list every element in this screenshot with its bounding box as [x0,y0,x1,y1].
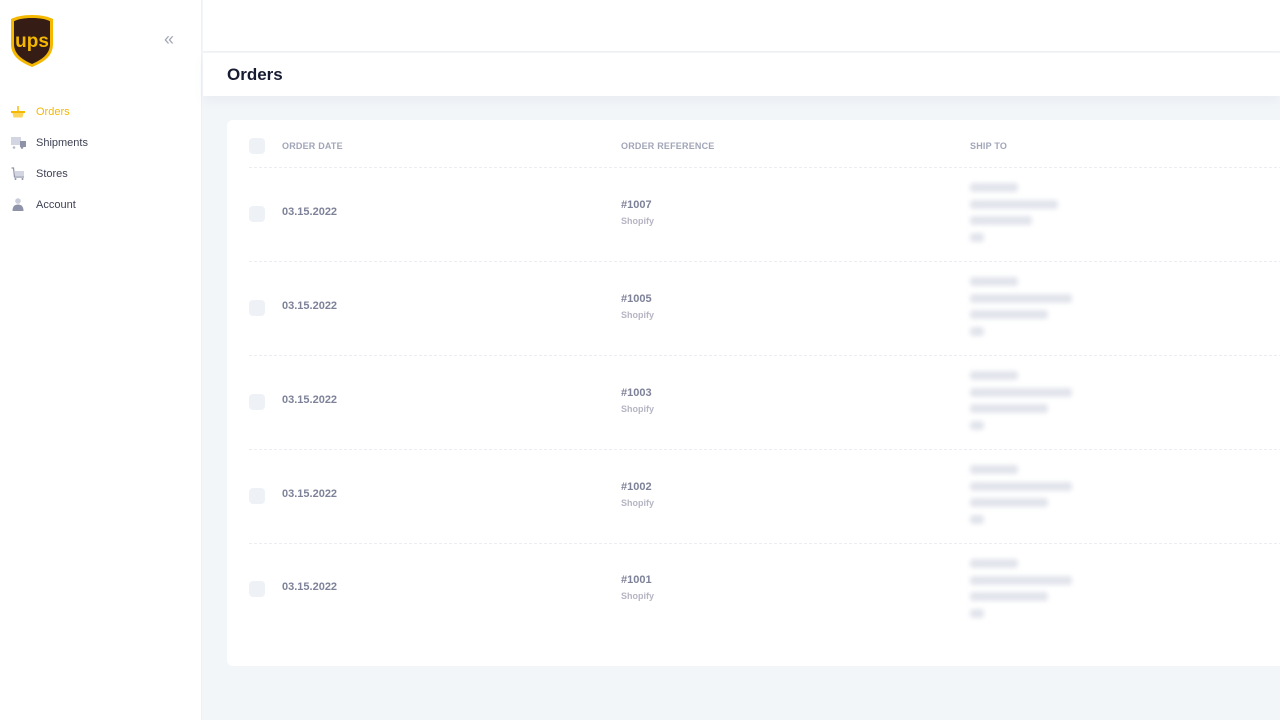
order-reference[interactable]: #1003 [621,387,652,399]
ups-logo-text: ups [15,31,49,52]
sidebar-item-label: Orders [36,105,70,118]
sidebar-nav: Orders Shipments Stores Account [0,96,200,220]
order-source: Shopify [621,216,654,226]
user-icon [10,197,26,213]
truck-icon [10,135,26,151]
table-row[interactable]: 03.15.2022 #1002 Shopify [249,450,1280,544]
sidebar-item-stores[interactable]: Stores [0,158,200,189]
ship-to-address-blurred [970,465,1072,531]
order-date: 03.15.2022 [282,488,338,500]
order-source: Shopify [621,310,654,320]
table-row[interactable]: 03.15.2022 #1001 Shopify [249,544,1280,638]
select-all-checkbox[interactable] [249,138,265,154]
table-header: ORDER DATE ORDER REFERENCE SHIP TO [249,120,1280,168]
row-checkbox[interactable] [249,206,265,222]
sidebar-item-label: Account [36,198,76,211]
order-reference[interactable]: #1007 [621,199,652,211]
column-header-order-reference[interactable]: ORDER REFERENCE [621,141,715,151]
basket-icon [10,104,26,120]
sidebar-item-shipments[interactable]: Shipments [0,127,200,158]
order-date: 03.15.2022 [282,394,338,406]
ups-logo[interactable]: ups [10,14,54,68]
page-subheader: Orders [203,53,1280,96]
order-source: Shopify [621,498,654,508]
order-date: 03.15.2022 [282,206,338,218]
column-header-ship-to[interactable]: SHIP TO [970,141,1007,151]
sidebar: ups « Orders Shipments Stores Account [0,0,202,720]
order-source: Shopify [621,404,654,414]
table-row[interactable]: 03.15.2022 #1003 Shopify [249,356,1280,450]
order-reference[interactable]: #1005 [621,293,652,305]
sidebar-item-orders[interactable]: Orders [0,96,200,127]
column-header-order-date[interactable]: ORDER DATE [282,141,343,151]
order-date: 03.15.2022 [282,300,338,312]
ship-to-address-blurred [970,371,1072,437]
sidebar-item-label: Stores [36,167,68,180]
orders-table-card: ORDER DATE ORDER REFERENCE SHIP TO 03.15… [227,120,1280,666]
row-checkbox[interactable] [249,488,265,504]
order-date: 03.15.2022 [282,581,338,593]
row-checkbox[interactable] [249,300,265,316]
collapse-sidebar-button[interactable]: « [164,30,182,50]
order-reference[interactable]: #1002 [621,481,652,493]
sidebar-item-account[interactable]: Account [0,189,200,220]
top-header [203,0,1280,52]
row-checkbox[interactable] [249,581,265,597]
order-reference[interactable]: #1001 [621,574,652,586]
cart-icon [10,166,26,182]
table-row[interactable]: 03.15.2022 #1007 Shopify [249,168,1280,262]
ship-to-address-blurred [970,277,1072,343]
ship-to-address-blurred [970,559,1072,625]
ship-to-address-blurred [970,183,1058,249]
table-row[interactable]: 03.15.2022 #1005 Shopify [249,262,1280,356]
sidebar-item-label: Shipments [36,136,88,149]
order-source: Shopify [621,591,654,601]
row-checkbox[interactable] [249,394,265,410]
page-title: Orders [227,65,283,84]
double-chevron-left-icon: « [164,29,175,49]
